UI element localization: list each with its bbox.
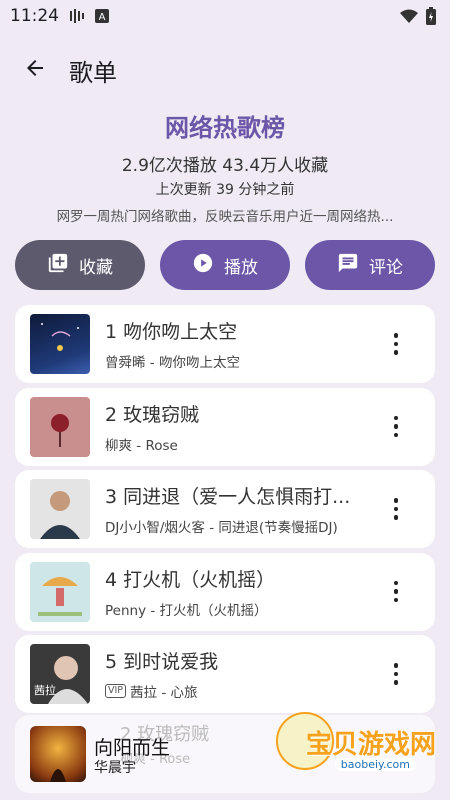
song-artist-album: Penny - 打火机（火机摇）: [105, 602, 268, 619]
song-title: 4 打火机（火机摇）: [105, 568, 276, 591]
album-cover: [30, 396, 90, 457]
svg-text:A: A: [99, 12, 106, 23]
collect-label: 收藏: [79, 257, 113, 278]
more-vert-icon: [393, 663, 399, 685]
play-circle-icon: [192, 252, 214, 279]
song-subtitle: 曾舜晞 - 吻你吻上太空: [105, 351, 367, 371]
playlist-description[interactable]: 网罗一周热门网络歌曲，反映云音乐用户近一周网络热...: [30, 205, 420, 225]
vip-badge: VIP: [105, 684, 127, 698]
song-title: 5 到时说爱我: [105, 651, 219, 673]
comment-icon: [337, 252, 359, 279]
song-title: 2 玫瑰窃贼: [105, 403, 200, 426]
svg-text:茜拉: 茜拉: [34, 683, 56, 697]
play-label: 播放: [224, 257, 258, 278]
page-title: 歌单: [69, 58, 117, 87]
song-subtitle: VIP 茜拉 - 心旅: [105, 681, 367, 701]
song-subtitle: Penny - 打火机（火机摇）: [105, 599, 367, 619]
mini-player-artist: 华晨宇: [94, 760, 136, 776]
comment-button[interactable]: 评论: [305, 240, 435, 290]
arrow-back-icon: [23, 56, 47, 84]
song-item[interactable]: 2 玫瑰窃贼 柳爽 - Rose: [15, 387, 435, 466]
watermark: 宝贝游戏网 baobeiy.com: [276, 712, 436, 782]
playlist-updated: 上次更新 39 分钟之前: [155, 182, 295, 198]
song-item[interactable]: 4 打火机（火机摇） Penny - 打火机（火机摇）: [15, 552, 435, 631]
song-subtitle: DJ小小智/烟火客 - 同进退(节奏慢摇DJ): [105, 516, 367, 536]
back-button[interactable]: [15, 50, 55, 90]
song-artist-album: 柳爽 - Rose: [105, 437, 178, 454]
album-cover: 茜拉: [30, 644, 90, 704]
more-options-button[interactable]: [381, 494, 411, 524]
song-title: 1 吻你吻上太空: [105, 321, 238, 343]
play-button[interactable]: 播放: [160, 240, 290, 290]
status-bar: 11:24 A: [0, 0, 450, 32]
battery-icon: [426, 7, 436, 25]
song-item[interactable]: 茜拉 5 到时说爱我 VIP 茜拉 - 心旅: [15, 635, 435, 713]
collect-button[interactable]: 收藏: [15, 240, 145, 290]
comment-label: 评论: [369, 257, 403, 278]
more-vert-icon: [393, 333, 399, 355]
song-item[interactable]: 1 吻你吻上太空 曾舜晞 - 吻你吻上太空: [15, 305, 435, 383]
more-options-button[interactable]: [381, 329, 411, 359]
playlist-name: 网络热歌榜: [165, 114, 285, 142]
more-vert-icon: [393, 415, 399, 438]
album-cover: [30, 314, 90, 374]
more-options-button[interactable]: [381, 577, 411, 607]
status-time: 11:24: [10, 6, 59, 26]
song-artist-album: DJ小小智/烟火客 - 同进退(节奏慢摇DJ): [105, 520, 338, 536]
song-artist-album: 曾舜晞 - 吻你吻上太空: [105, 355, 240, 371]
more-vert-icon: [393, 580, 399, 603]
font-a-icon: A: [95, 9, 109, 23]
song-list: 1 吻你吻上太空 曾舜晞 - 吻你吻上太空 2 玫瑰窃贼 柳爽 - Rose 3…: [15, 305, 435, 718]
mini-player-title: 向阳而生: [94, 737, 171, 759]
watermark-text: 宝贝游戏网: [305, 730, 436, 760]
mini-player-cover: [30, 726, 86, 782]
playlist-stats: 2.9亿次播放 43.4万人收藏: [121, 156, 329, 176]
watermark-url: baobeiy.com: [334, 758, 416, 771]
add-to-library-icon: [47, 252, 69, 279]
song-item[interactable]: 3 同进退（爱一人怎惧雨打... DJ小小智/烟火客 - 同进退(节奏慢摇DJ): [15, 470, 435, 548]
action-buttons: 收藏 播放 评论: [15, 240, 435, 290]
song-artist-album: 茜拉 - 心旅: [130, 685, 198, 701]
wifi-icon: [400, 9, 418, 23]
more-vert-icon: [393, 498, 399, 520]
album-cover: [30, 479, 90, 539]
top-app-bar: 歌单: [0, 44, 450, 96]
song-title: 3 同进退（爱一人怎惧雨打...: [105, 486, 351, 508]
more-options-button[interactable]: [381, 412, 411, 442]
song-subtitle: 柳爽 - Rose: [105, 434, 367, 454]
signal-bars-icon: [69, 9, 85, 23]
more-options-button[interactable]: [381, 659, 411, 689]
album-cover: [30, 561, 90, 622]
